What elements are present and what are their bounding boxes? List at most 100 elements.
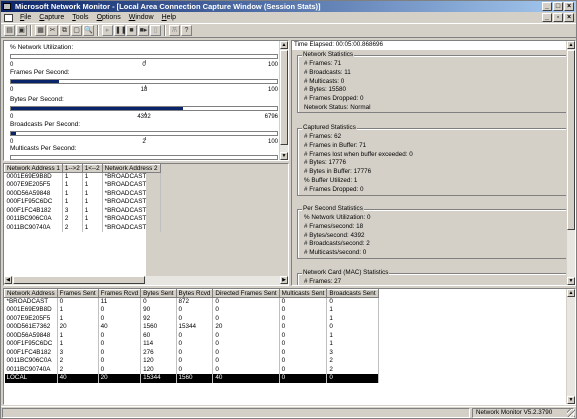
table-row[interactable]: 000F1FC4B182 3 1 *BROADCAST — [4, 206, 161, 215]
scroll-up-arrow-icon[interactable]: ▲ — [280, 41, 288, 49]
column-header[interactable]: Frames Sent — [56, 289, 99, 298]
table-cell: 3 — [62, 206, 83, 215]
graph-scale-mid: 4392 — [137, 114, 151, 120]
table-row[interactable]: 000F1FC4B182 3 0 276 0 0 0 3 — [4, 348, 379, 357]
paste-icon[interactable]: ▢ — [71, 25, 82, 36]
graph-scale-max: 100 — [267, 62, 278, 68]
help-icon[interactable]: ? — [181, 25, 192, 36]
column-header[interactable]: 1<--2 — [81, 164, 103, 173]
captured-statistics-group: Captured Statistics # Frames: 62 # Frames… — [297, 124, 575, 196]
address-pane-vscroll[interactable]: ▲ ▼ — [566, 289, 575, 404]
column-header[interactable]: Network Address 2 — [101, 164, 161, 173]
cut-icon[interactable]: ✂ — [47, 25, 58, 36]
close-button[interactable]: × — [564, 2, 574, 11]
resize-grip-icon[interactable] — [567, 409, 575, 417]
station-table-body: 0001E69E9B8D 1 1 *BROADCAST 0007E9E205F5 1 1 *B… — [4, 172, 161, 232]
table-cell: 1 — [62, 181, 83, 190]
column-header[interactable]: Frames Rcvd — [97, 289, 142, 298]
column-header[interactable]: Multicasts Sent — [278, 289, 328, 298]
table-row[interactable]: 0011BC90740A 2 1 *BROADCAST — [4, 223, 161, 232]
scroll-thumb[interactable] — [13, 276, 145, 284]
table-cell: *BROADCAST — [4, 297, 58, 306]
new-capture-icon[interactable]: ▤ — [4, 25, 15, 36]
table-row[interactable]: 000F1F95C6DC 1 1 *BROADCAST — [4, 198, 161, 207]
column-header[interactable]: Bytes Rcvd — [175, 289, 214, 298]
pause-icon[interactable]: ❚❚ — [114, 25, 127, 36]
menu-tools[interactable]: Tools — [68, 12, 92, 23]
mdi-minimize-button[interactable]: _ — [542, 13, 552, 22]
table-row[interactable]: 000D56A59848 1 0 60 0 0 0 1 — [4, 331, 379, 340]
scroll-up-arrow-icon[interactable]: ▲ — [567, 289, 575, 297]
column-header[interactable]: 1-->2 — [61, 164, 83, 173]
table-row[interactable]: 0011BC906C0A 2 0 120 0 0 0 2 — [4, 357, 379, 366]
scroll-down-arrow-icon[interactable]: ▼ — [567, 396, 575, 404]
column-header[interactable]: Network Address — [4, 289, 58, 298]
table-row[interactable]: 0011BC90740A 2 0 120 0 0 0 2 — [4, 365, 379, 374]
menu-help-label: elp — [166, 14, 177, 21]
table-cell: 0007E9E205F5 — [4, 314, 58, 323]
stop-and-view-icon[interactable]: ■▸ — [138, 25, 149, 36]
mdi-restore-button[interactable]: ▫ — [553, 13, 563, 22]
copy-icon[interactable]: ⧉ — [59, 25, 70, 36]
view-icon[interactable]: ▯ — [150, 25, 161, 36]
station-pane-hscroll[interactable]: ◀ ▶ — [4, 276, 288, 285]
table-cell: 60 — [140, 331, 177, 340]
session-stats-pane: Time Elapsed: 00:05:00.868696 Network St… — [291, 40, 576, 286]
menu-file[interactable]: File — [16, 12, 35, 23]
table-row[interactable]: 0001E69E9B8D 1 1 *BROADCAST — [4, 172, 161, 181]
network-monitor-app-icon[interactable] — [3, 3, 11, 10]
column-header[interactable]: Network Address 1 — [4, 164, 63, 173]
table-row[interactable]: 0011BC906C0A 2 1 *BROADCAST — [4, 215, 161, 224]
table-cell: 1 — [82, 172, 103, 181]
column-header[interactable]: Directed Frames Sent — [212, 289, 280, 298]
table-row[interactable]: *BROADCAST 0 11 0 872 0 0 0 — [4, 297, 379, 306]
stats-pane-vscroll[interactable]: ▲ ▼ — [566, 41, 575, 285]
table-cell: *BROADCAST — [102, 181, 161, 190]
document-window-icon[interactable] — [4, 13, 13, 22]
stop-icon[interactable]: ■ — [126, 25, 137, 36]
scroll-thumb[interactable] — [567, 50, 575, 230]
menu-options[interactable]: Options — [93, 12, 125, 23]
menu-help[interactable]: Help — [158, 12, 180, 23]
table-cell: 1 — [62, 198, 83, 207]
table-row[interactable]: 000F1F95C6DC 1 0 114 0 0 0 1 — [4, 340, 379, 349]
menu-window[interactable]: Window — [125, 12, 158, 23]
table-cell: 0 — [279, 348, 328, 357]
scroll-thumb[interactable] — [280, 50, 288, 145]
scroll-up-arrow-icon[interactable]: ▲ — [567, 41, 575, 49]
table-row[interactable]: 0007E9E205F5 1 0 92 0 0 0 1 — [4, 314, 379, 323]
table-row[interactable]: 000D56A59848 1 1 *BROADCAST — [4, 189, 161, 198]
scroll-down-arrow-icon[interactable]: ▼ — [280, 152, 288, 160]
minimize-button[interactable]: _ — [542, 2, 552, 11]
mdi-close-button[interactable]: × — [564, 13, 574, 22]
find-icon[interactable]: 🔍 — [83, 25, 94, 36]
table-cell: 276 — [140, 348, 177, 357]
table-row[interactable]: 0001E69E9B8D 1 0 90 0 0 0 1 — [4, 306, 379, 315]
scroll-right-arrow-icon[interactable]: ▶ — [280, 276, 288, 284]
toolbar-separator — [30, 25, 32, 36]
graph-pane-vscroll[interactable]: ▲ ▼ — [279, 41, 288, 160]
title-bar[interactable]: Microsoft Network Monitor - [Local Area … — [1, 1, 576, 12]
display-captured-data-icon[interactable]: Ѫ — [169, 25, 180, 36]
table-cell: 1 — [82, 181, 103, 190]
save-icon[interactable]: ▣ — [16, 25, 27, 36]
group-title: Network Card (MAC) Statistics — [302, 269, 390, 277]
table-row[interactable]: 0007E9E205F5 1 1 *BROADCAST — [4, 181, 161, 190]
column-header[interactable]: Bytes Sent — [140, 289, 177, 298]
start-capture-icon[interactable]: ▸ — [102, 25, 113, 36]
group-title: Per Second Statistics — [302, 205, 364, 213]
scroll-left-arrow-icon[interactable]: ◀ — [4, 276, 12, 284]
table-cell: 1 — [57, 340, 99, 349]
scroll-down-arrow-icon[interactable]: ▼ — [567, 277, 575, 285]
table-cell: 11 — [98, 297, 142, 306]
table-cell: 0 — [176, 331, 214, 340]
column-header[interactable]: Broadcasts Sent — [326, 289, 379, 298]
station-table-header: Network Address 1 1-->2 1<--2 Network Addre… — [4, 164, 161, 173]
menu-window-label: indow — [135, 14, 154, 21]
graph-3: Broadcasts Per Second: 0 2 100 — [10, 121, 280, 147]
maximize-button[interactable]: □ — [553, 2, 563, 11]
table-row[interactable]: LOCAL 40 20 15344 1560 40 0 0 — [4, 374, 379, 383]
table-row[interactable]: 000D561E7362 20 40 1560 15344 20 0 0 — [4, 323, 379, 332]
print-icon[interactable]: ▦ — [35, 25, 46, 36]
menu-capture[interactable]: Capture — [35, 12, 68, 23]
